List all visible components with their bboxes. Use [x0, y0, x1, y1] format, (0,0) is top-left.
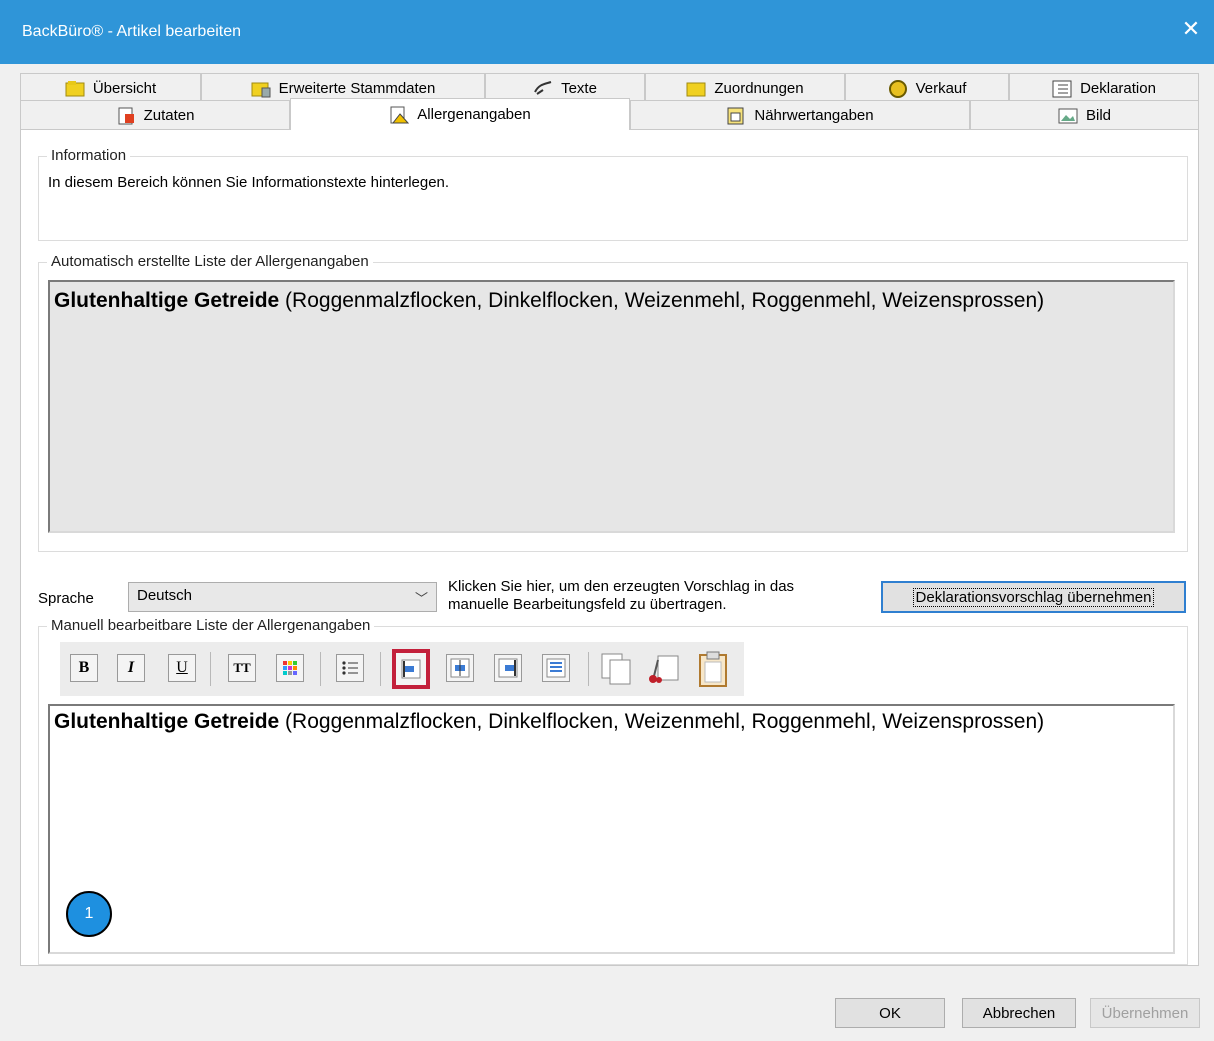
font-size-button[interactable]: TT: [228, 654, 256, 682]
language-value: Deutsch: [137, 587, 193, 604]
align-right-icon: [498, 658, 518, 678]
chevron-down-icon: ﹀: [414, 591, 428, 606]
bullet-list-icon: [342, 661, 358, 675]
close-icon[interactable]: ✕: [1180, 18, 1202, 40]
toolbar-separator: [210, 652, 211, 686]
color-palette-icon: [283, 661, 297, 675]
underline-button[interactable]: U: [168, 654, 196, 682]
toolbar-separator: [380, 652, 381, 686]
toolbar-separator: [588, 652, 589, 686]
allergen-category: Glutenhaltige Getreide: [54, 710, 280, 733]
image-icon: [1058, 107, 1078, 125]
manual-list-legend: Manuell bearbeitbare Liste der Allergena…: [47, 617, 375, 634]
language-label: Sprache: [38, 590, 94, 607]
auto-list-legend: Automatisch erstellte Liste der Allergen…: [47, 253, 373, 270]
information-group: Information: [38, 147, 1188, 241]
tab-label: Nährwertangaben: [754, 107, 874, 124]
tab-label: Verkauf: [915, 80, 967, 97]
tab-verkauf[interactable]: Verkauf: [845, 73, 1009, 103]
auto-allergen-list: Glutenhaltige Getreide (Roggenmalzflocke…: [48, 280, 1175, 533]
window-title: BackBüro® - Artikel bearbeiten: [22, 23, 242, 40]
align-left-icon: [401, 659, 421, 679]
tab-zutaten[interactable]: Zutaten: [20, 100, 290, 130]
warning-document-icon: [389, 106, 410, 124]
tab-label: Erweiterte Stammdaten: [278, 80, 436, 97]
folder-icon: [686, 80, 706, 98]
apply-button[interactable]: Übernehmen: [1090, 998, 1200, 1028]
tab-bild[interactable]: Bild: [970, 100, 1199, 130]
folder-icon: [65, 80, 85, 98]
manual-allergen-editor[interactable]: Glutenhaltige Getreide (Roggenmalzflocke…: [48, 704, 1175, 954]
apply-declaration-button[interactable]: Deklarationsvorschlag übernehmen: [881, 581, 1186, 613]
tab-label: Allergenangaben: [417, 106, 531, 123]
extended-data-icon: [251, 80, 271, 98]
allergen-category: Glutenhaltige Getreide: [54, 289, 280, 312]
information-legend: Information: [47, 147, 131, 164]
hint-line-2: manuelle Bearbeitungsfeld zu übertragen.: [448, 596, 727, 613]
bold-button[interactable]: B: [70, 654, 98, 682]
coin-icon: [888, 79, 908, 98]
align-center-icon: [450, 658, 470, 678]
pen-icon: [533, 80, 553, 98]
tab-label: Zutaten: [143, 107, 195, 124]
align-left-button[interactable]: [392, 649, 430, 689]
allergen-ingredients: (Roggenmalzflocken, Dinkelflocken, Weize…: [279, 289, 1045, 312]
tab-zuordnungen[interactable]: Zuordnungen: [645, 73, 845, 103]
tab-deklaration[interactable]: Deklaration: [1009, 73, 1199, 103]
callout-marker: 1: [66, 891, 112, 937]
allergen-ingredients: (Roggenmalzflocken, Dinkelflocken, Weize…: [279, 710, 1045, 733]
color-palette-button[interactable]: [276, 654, 304, 682]
tab-label: Übersicht: [92, 80, 157, 97]
justify-button[interactable]: [542, 654, 570, 682]
information-text: In diesem Bereich können Sie Information…: [48, 174, 450, 191]
align-center-button[interactable]: [446, 654, 474, 682]
paste-icon: [699, 651, 727, 687]
copy-icon: [601, 653, 631, 685]
tab-label: Bild: [1085, 107, 1111, 124]
italic-button[interactable]: I: [117, 654, 145, 682]
list-icon: [1052, 80, 1072, 98]
tab-allergenangaben[interactable]: Allergenangaben: [290, 98, 630, 130]
ok-button[interactable]: OK: [835, 998, 945, 1028]
format-toolbar: B I U TT: [60, 642, 744, 696]
title-bar: BackBüro® - Artikel bearbeiten ✕: [0, 0, 1214, 64]
tab-naehrwertangaben[interactable]: Nährwertangaben: [630, 100, 970, 130]
tab-uebersicht[interactable]: Übersicht: [20, 73, 201, 103]
hint-text: Klicken Sie hier, um den erzeugten Vorsc…: [448, 578, 868, 614]
language-select[interactable]: Deutsch ﹀: [128, 582, 437, 612]
cut-button[interactable]: [648, 652, 682, 686]
hint-line-1: Klicken Sie hier, um den erzeugten Vorsc…: [448, 578, 795, 595]
align-right-button[interactable]: [494, 654, 522, 682]
nutrition-icon: [726, 107, 746, 125]
cut-icon: [649, 655, 679, 683]
tab-label: Zuordnungen: [714, 80, 804, 97]
tab-label: Texte: [561, 80, 597, 97]
paste-button[interactable]: [696, 650, 730, 688]
tab-label: Deklaration: [1080, 80, 1156, 97]
document-icon: [116, 107, 136, 125]
justify-icon: [546, 658, 566, 678]
toolbar-separator: [320, 652, 321, 686]
copy-button[interactable]: [600, 652, 634, 686]
apply-declaration-label: Deklarationsvorschlag übernehmen: [912, 587, 1155, 607]
bullet-list-button[interactable]: [336, 654, 364, 682]
cancel-button[interactable]: Abbrechen: [962, 998, 1076, 1028]
